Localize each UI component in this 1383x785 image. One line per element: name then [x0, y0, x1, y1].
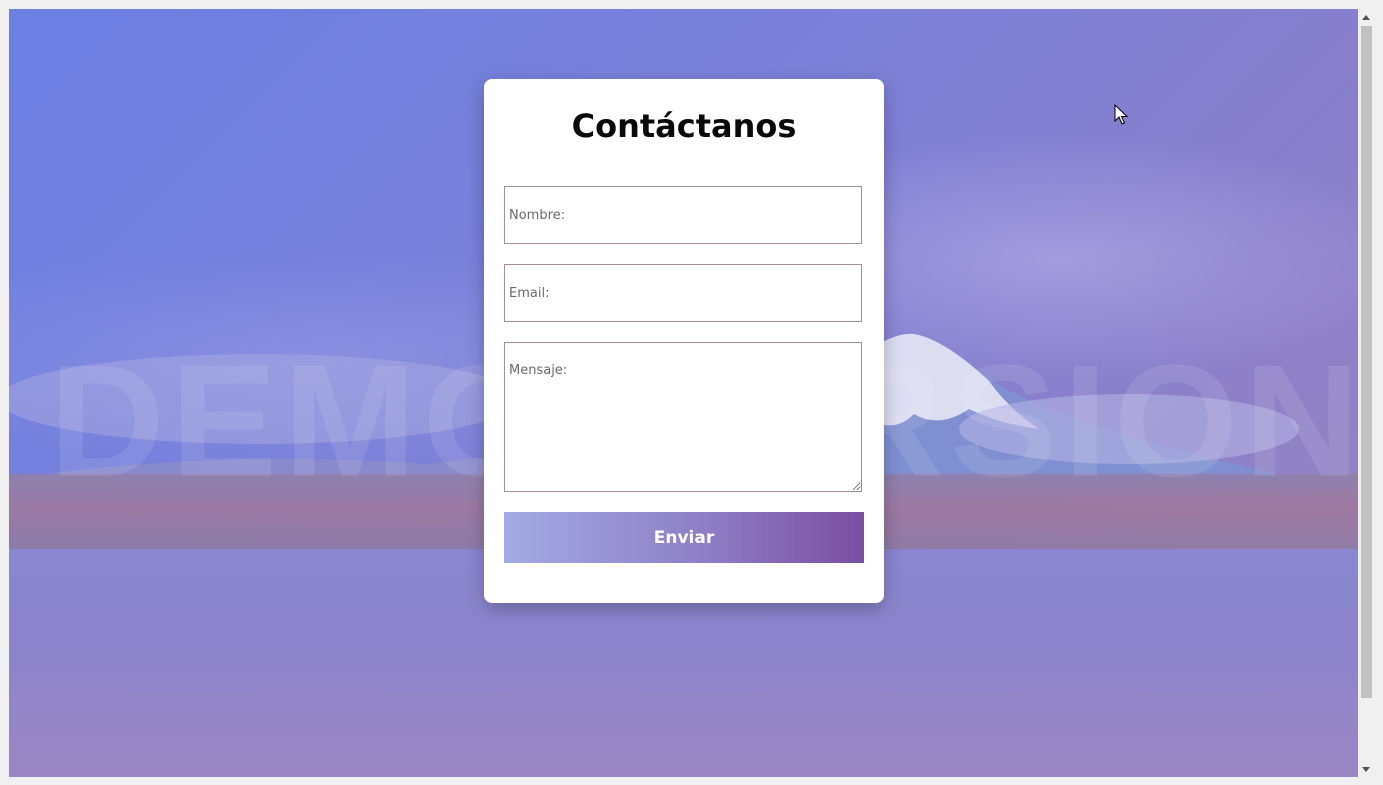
page-viewport: DEMO VERSION Contáctanos Enviar [9, 9, 1358, 777]
name-input[interactable] [504, 186, 862, 244]
scrollbar-thumb[interactable] [1361, 26, 1372, 698]
chevron-up-icon[interactable] [1358, 9, 1374, 25]
browser-frame: DEMO VERSION Contáctanos Enviar [0, 0, 1383, 785]
message-textarea[interactable] [504, 342, 862, 492]
email-input[interactable] [504, 264, 862, 322]
vertical-scrollbar[interactable] [1358, 9, 1374, 777]
mouse-pointer-icon [1114, 104, 1128, 125]
form-title: Contáctanos [571, 107, 797, 145]
contact-form-card: Contáctanos Enviar [484, 79, 884, 603]
chevron-down-icon[interactable] [1358, 761, 1374, 777]
submit-button[interactable]: Enviar [504, 512, 864, 563]
